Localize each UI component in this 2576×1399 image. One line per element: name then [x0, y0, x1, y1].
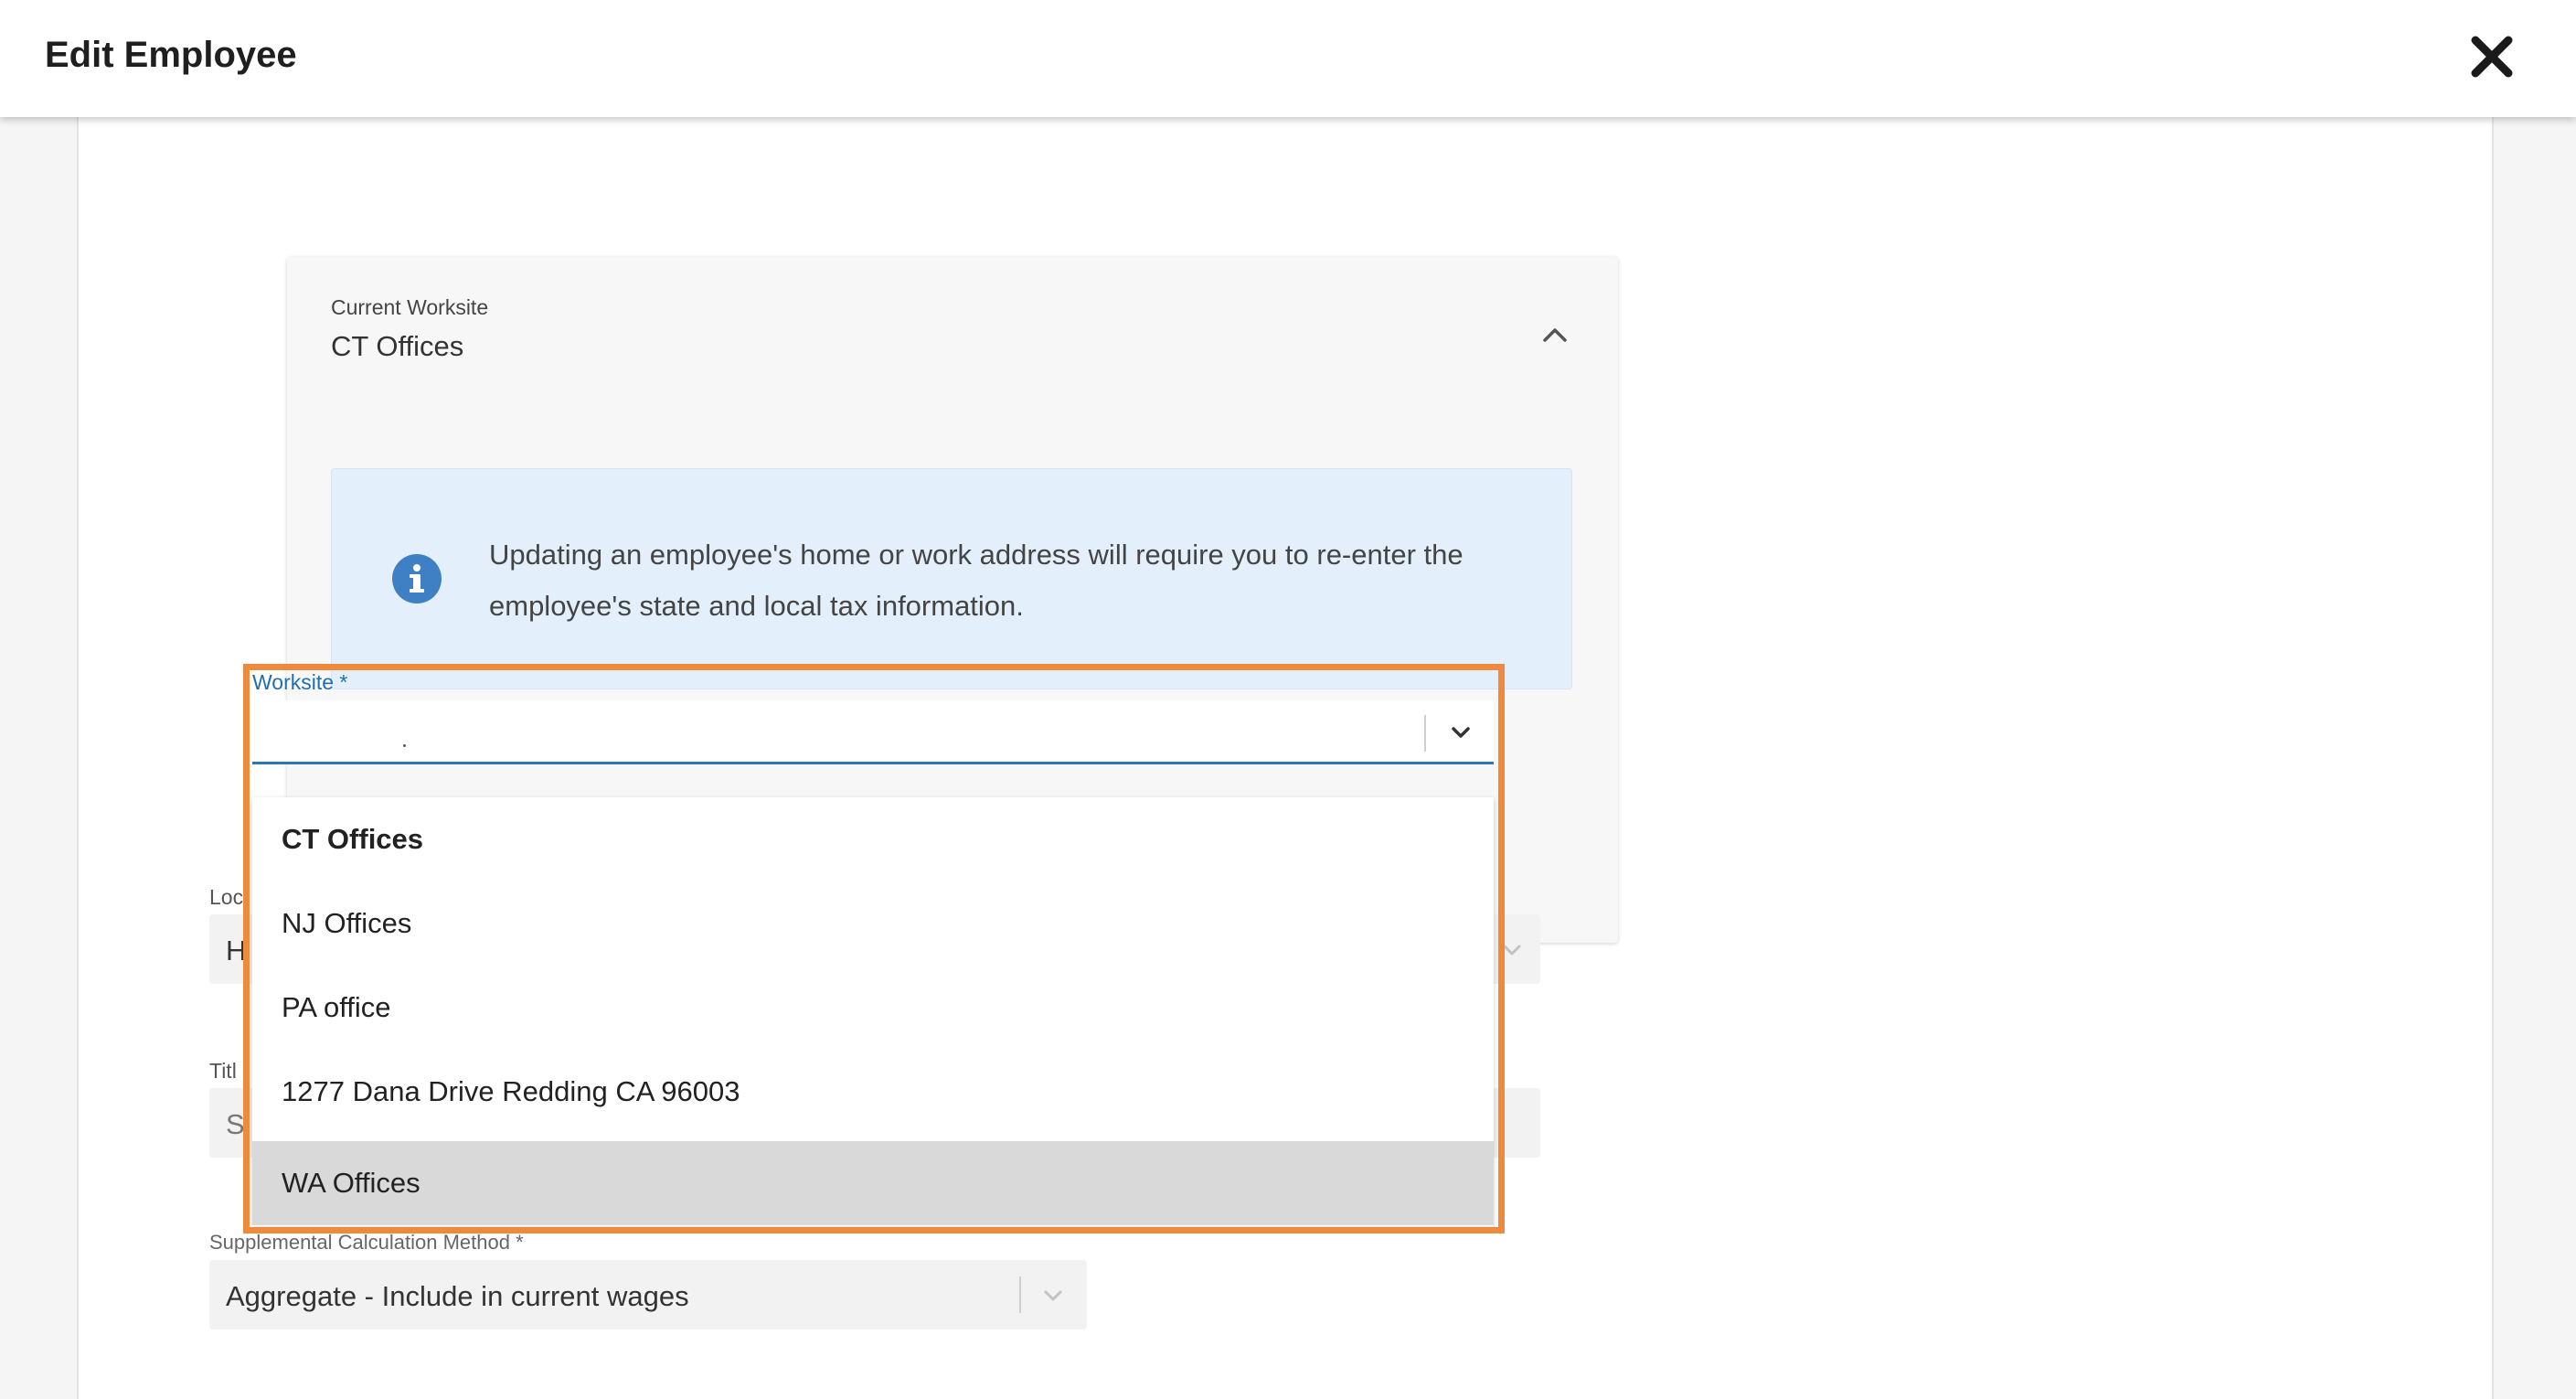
option-redding-address[interactable]: 1277 Dana Drive Redding CA 96003 — [252, 1050, 1494, 1134]
option-wa-offices[interactable]: WA Offices — [252, 1141, 1494, 1225]
info-alert: Updating an employee's home or work addr… — [331, 468, 1572, 689]
close-icon — [2471, 36, 2513, 78]
collapse-button[interactable] — [1539, 319, 1570, 350]
select-divider — [1424, 715, 1426, 752]
option-label: CT Offices — [282, 823, 424, 855]
info-message: Updating an employee's home or work addr… — [489, 539, 1464, 622]
supplemental-select[interactable]: Aggregate - Include in current wages — [209, 1260, 1087, 1330]
current-worksite-label: Current Worksite — [331, 295, 489, 319]
title-label: Titl — [209, 1059, 237, 1083]
select-divider — [1019, 1276, 1021, 1313]
current-worksite-value: CT Offices — [331, 330, 464, 362]
close-button[interactable] — [2468, 33, 2516, 80]
chevron-down-icon — [1044, 1290, 1062, 1301]
worksite-dropdown-menu: CT Offices NJ Offices PA office 1277 Dan… — [252, 797, 1494, 1226]
option-label: 1277 Dana Drive Redding CA 96003 — [282, 1075, 740, 1107]
info-icon — [392, 554, 442, 603]
title-value: S — [226, 1108, 245, 1140]
worksite-label: Worksite * — [252, 670, 348, 694]
chevron-up-icon — [1543, 328, 1567, 342]
supplemental-label: Supplemental Calculation Method * — [209, 1231, 524, 1254]
location-value: H — [226, 934, 247, 966]
option-label: NJ Offices — [282, 907, 412, 939]
worksite-select[interactable] — [252, 700, 1494, 764]
option-pa-office[interactable]: PA office — [252, 966, 1494, 1050]
option-label: WA Offices — [282, 1167, 420, 1199]
chevron-down-icon[interactable] — [1447, 719, 1474, 746]
modal-title: Edit Employee — [45, 35, 297, 75]
supplemental-value: Aggregate - Include in current wages — [226, 1280, 689, 1312]
option-label: PA office — [282, 991, 391, 1023]
location-label: Loc — [209, 885, 244, 909]
option-ct-offices[interactable]: CT Offices — [252, 797, 1494, 881]
option-nj-offices[interactable]: NJ Offices — [252, 881, 1494, 966]
chevron-down-icon — [1503, 945, 1521, 956]
input-cursor — [403, 744, 406, 747]
modal-header: Edit Employee — [0, 0, 2576, 117]
